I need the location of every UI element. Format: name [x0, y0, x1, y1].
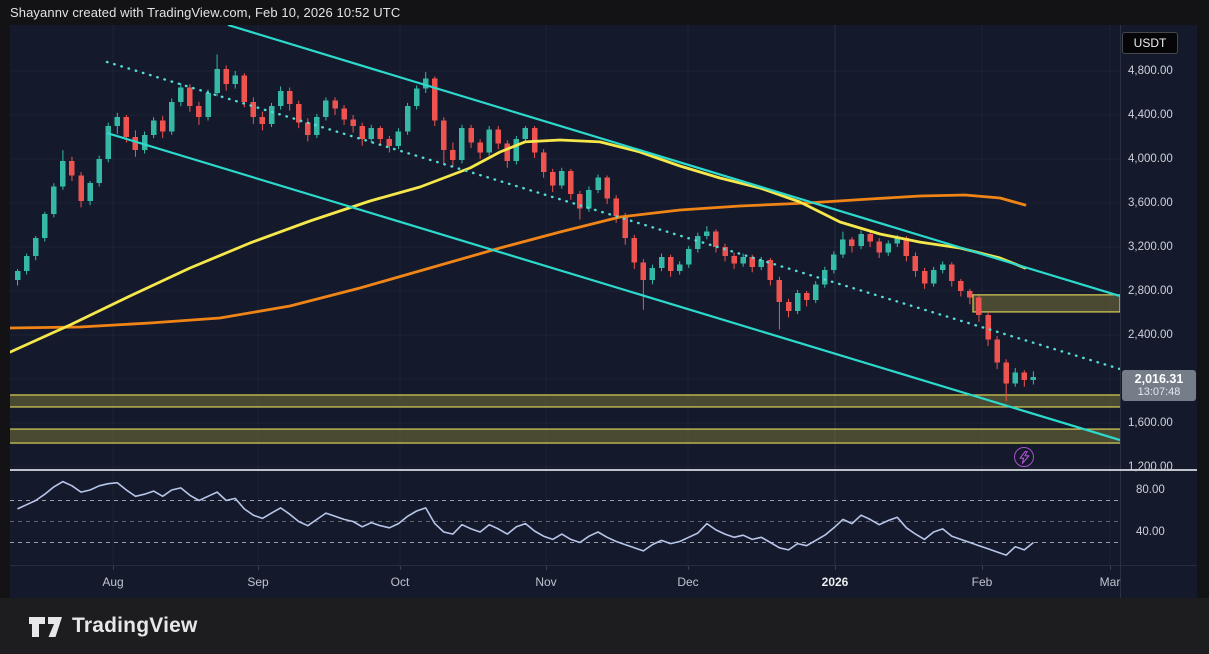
attribution-text: Shayannv created with TradingView.com, F… [10, 5, 400, 20]
time-axis-label: Sep [247, 575, 268, 589]
tradingview-screenshot: Shayannv created with TradingView.com, F… [0, 0, 1209, 654]
price-axis-label: 3,200.00 [1128, 240, 1173, 254]
orange-ma [10, 195, 1025, 328]
last-price-badge: 2,016.31 13:07:48 [1122, 370, 1196, 401]
flash-boost-button[interactable] [1014, 447, 1034, 467]
price-axis-label: 2,400.00 [1128, 328, 1173, 342]
rsi-pane[interactable] [10, 470, 1120, 565]
time-axis-label: Aug [102, 575, 123, 589]
price-axis[interactable]: USDT 4,800.00 4,400.00 4,000.00 3,600.00 3,2… [1120, 25, 1197, 565]
time-axis-label: Nov [535, 575, 556, 589]
tradingview-logo[interactable]: TradingView [27, 612, 198, 640]
channel-upper [228, 25, 1120, 296]
resistance-zone [973, 295, 1120, 312]
support-zone-1 [10, 395, 1120, 407]
currency-label[interactable]: USDT [1122, 32, 1178, 54]
time-axis-tick [400, 566, 401, 570]
time-axis-tick [1110, 566, 1111, 570]
price-axis-label: 2,800.00 [1128, 284, 1173, 298]
lightning-icon [1019, 451, 1030, 464]
channel-lower [107, 133, 1120, 440]
time-axis-label: Dec [677, 575, 698, 589]
pane-separator[interactable] [10, 469, 1197, 471]
candle-countdown: 13:07:48 [1122, 386, 1196, 398]
price-axis-label: 4,800.00 [1128, 64, 1173, 78]
last-price-value: 2,016.31 [1122, 372, 1196, 386]
rsi-axis-label: 40.00 [1136, 525, 1165, 539]
time-axis-label: 2026 [822, 575, 849, 589]
time-axis-tick [113, 566, 114, 570]
footer-bar: TradingView [0, 598, 1209, 654]
rsi-axis-label: 80.00 [1136, 483, 1165, 497]
time-axis-tick [835, 566, 836, 570]
time-axis-tick [258, 566, 259, 570]
time-axis-tick [546, 566, 547, 570]
tradingview-logo-text: TradingView [72, 614, 198, 638]
time-axis-tick [982, 566, 983, 570]
price-axis-label: 1,200.00 [1128, 460, 1173, 474]
attribution-bar: Shayannv created with TradingView.com, F… [0, 0, 1209, 25]
price-axis-label: 3,600.00 [1128, 196, 1173, 210]
price-axis-label: 1,600.00 [1128, 416, 1173, 430]
time-axis-tick [688, 566, 689, 570]
tradingview-logo-icon [27, 612, 63, 640]
price-axis-label: 4,400.00 [1128, 108, 1173, 122]
time-axis[interactable]: Aug Sep Oct Nov Dec 2026 Feb Mar [10, 566, 1134, 598]
main-price-pane[interactable] [10, 25, 1120, 470]
time-axis-label: Feb [972, 575, 993, 589]
time-axis-label: Mar [1100, 575, 1121, 589]
rsi-line [18, 482, 1034, 555]
time-axis-label: Oct [391, 575, 410, 589]
support-zone-2 [10, 429, 1120, 443]
price-axis-label: 4,000.00 [1128, 152, 1173, 166]
yellow-ma [10, 140, 1025, 352]
chart-panel: USDT 4,800.00 4,400.00 4,000.00 3,600.00 3,2… [10, 25, 1197, 598]
